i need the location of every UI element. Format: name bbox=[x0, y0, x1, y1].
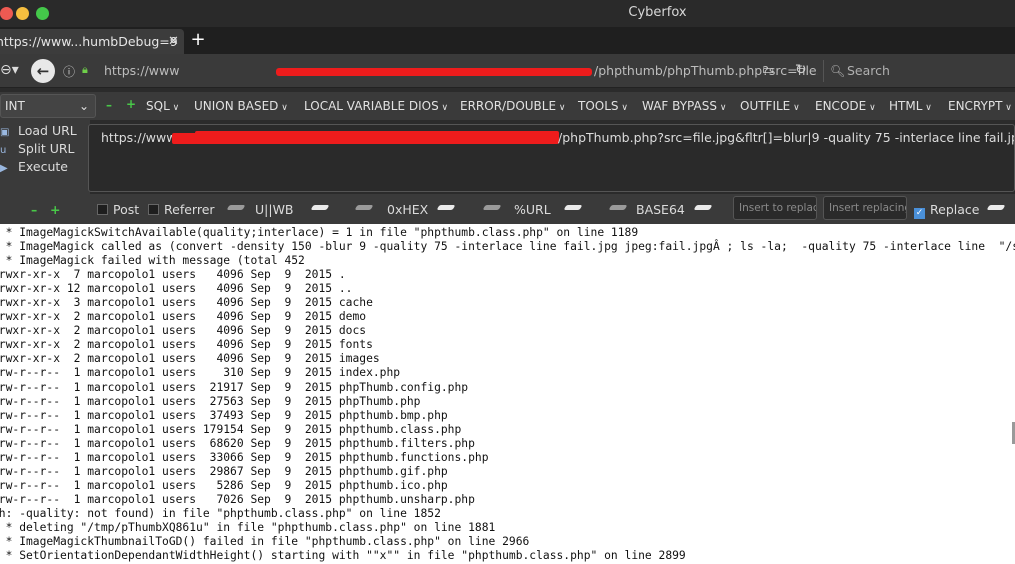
output-line: -rw-r--r-- 1 marcopolo1 users 5286 Sep 9… bbox=[0, 478, 448, 492]
output-line: * SetOrientationDependantWidthHeight() s… bbox=[0, 549, 686, 563]
menu-sql[interactable]: SQL bbox=[146, 99, 179, 113]
search-icon: 🔍︎ bbox=[830, 64, 846, 78]
tab-title: https://www...humbDebug=9 bbox=[0, 34, 178, 49]
output-line: -rw-r--r-- 1 marcopolo1 users 68620 Sep … bbox=[0, 436, 475, 450]
insert-to-replace-input[interactable]: Insert to replace bbox=[733, 196, 817, 220]
base64-encode-arrow-icon[interactable] bbox=[693, 205, 713, 210]
menu-error-double[interactable]: ERROR/DOUBLE bbox=[460, 99, 566, 113]
referrer-checkbox[interactable] bbox=[148, 204, 159, 215]
window-title: Cyberfox bbox=[628, 5, 687, 20]
output-line: drwxr-xr-x 2 marcopolo1 users 4096 Sep 9… bbox=[0, 324, 367, 338]
output-line: * deleting "/tmp/pThumbXQ861u" in file "… bbox=[0, 520, 496, 534]
menu-local-variable-dios[interactable]: LOCAL VARIABLE DIOS bbox=[304, 99, 448, 113]
output-line: drwxr-xr-x 2 marcopolo1 users 4096 Sep 9… bbox=[0, 352, 380, 366]
url-redaction bbox=[276, 68, 592, 76]
output-line: -rw-r--r-- 1 marcopolo1 users 33066 Sep … bbox=[0, 450, 489, 464]
hex-encode-arrow-icon[interactable] bbox=[436, 205, 456, 210]
info-icon[interactable]: ⓘ bbox=[63, 63, 75, 80]
hackbar-type-select[interactable]: INT ⌄ bbox=[0, 94, 96, 118]
toolbar-decrease-button[interactable]: – bbox=[31, 202, 37, 217]
split-url-button[interactable]: u Split URL bbox=[0, 141, 75, 156]
insert-replacing-input[interactable]: Insert replacing bbox=[823, 196, 907, 220]
hackbar-menubar: INT ⌄ – + SQL UNION BASED LOCAL VARIABLE… bbox=[0, 92, 1015, 120]
back-arrow-icon[interactable]: ← bbox=[31, 59, 55, 83]
url-label: %URL bbox=[514, 202, 551, 217]
output-line: drwxr-xr-x 12 marcopolo1 users 4096 Sep … bbox=[0, 282, 353, 296]
output-line: -rw-r--r-- 1 marcopolo1 users 21917 Sep … bbox=[0, 380, 469, 394]
output-line: -rw-r--r-- 1 marcopolo1 users 37493 Sep … bbox=[0, 408, 448, 422]
new-tab-button[interactable]: + bbox=[189, 31, 207, 49]
replace-checkbox[interactable]: ✓ bbox=[914, 208, 925, 219]
lock-icon[interactable]: 🔒︎ bbox=[82, 63, 88, 77]
increase-button[interactable]: + bbox=[126, 97, 136, 111]
hackbar-toolbar: – + Post Referrer U||WB 0xHEX %URL BASE6… bbox=[0, 194, 1015, 224]
output-line: -rw-r--r-- 1 marcopolo1 users 27563 Sep … bbox=[0, 394, 421, 408]
search-input[interactable]: 🔍︎ Search bbox=[823, 60, 1015, 82]
replace-toggle[interactable]: ✓ Replace bbox=[914, 202, 979, 219]
output-line: -rw-r--r-- 1 marcopolo1 users 7026 Sep 9… bbox=[0, 492, 475, 506]
output-line: * ImageMagick failed with message (total… bbox=[0, 254, 305, 268]
output-line: * ImageMagickSwitchAvailable(quality;int… bbox=[0, 226, 639, 239]
base64-label: BASE64 bbox=[636, 202, 685, 217]
output-line: sh: -quality: not found) in file "phpthu… bbox=[0, 506, 441, 520]
post-checkbox[interactable] bbox=[97, 204, 108, 215]
load-url-button[interactable]: ▣ Load URL bbox=[0, 123, 77, 138]
output-line: drwxr-xr-x 2 marcopolo1 users 4096 Sep 9… bbox=[0, 338, 373, 352]
hackbar-side-actions: ▣ Load URL u Split URL ▶ Execute bbox=[0, 120, 90, 194]
history-menu-icon[interactable]: ⊖▾ bbox=[0, 62, 19, 78]
menu-encrypt[interactable]: ENCRYPT bbox=[948, 99, 1012, 113]
uwb-label: U||WB bbox=[255, 202, 294, 217]
menu-waf-bypass[interactable]: WAF BYPASS bbox=[642, 99, 726, 113]
uwb-decode-arrow-icon[interactable] bbox=[226, 205, 246, 210]
output-line: drwxr-xr-x 7 marcopolo1 users 4096 Sep 9… bbox=[0, 268, 346, 282]
hackbar-type-value: INT bbox=[5, 99, 25, 113]
output-line: -rw-r--r-- 1 marcopolo1 users 310 Sep 9 … bbox=[0, 366, 401, 380]
decrease-button[interactable]: – bbox=[106, 98, 112, 112]
nav-bar: ⊖▾ ← ⓘ 🔒︎ https://www /phpthumb/phpThumb… bbox=[0, 54, 1015, 88]
debug-output-text: * ImageMagickSwitchAvailable(quality;int… bbox=[0, 226, 1015, 563]
menu-union-based[interactable]: UNION BASED bbox=[194, 99, 288, 113]
url-decode-arrow-icon[interactable] bbox=[482, 205, 502, 210]
hex-decode-arrow-icon[interactable] bbox=[354, 205, 374, 210]
url-bar[interactable]: https://www /phpthumb/phpThumb.php?src=f… bbox=[98, 60, 818, 82]
output-line: -rw-r--r-- 1 marcopolo1 users 179154 Sep… bbox=[0, 422, 462, 436]
url-suffix: /phpthumb/phpThumb.php?src=file.jpg&flt bbox=[594, 63, 818, 78]
replace-arrow-icon[interactable] bbox=[986, 205, 1006, 210]
hackbar-url-redaction bbox=[195, 131, 559, 144]
hackbar-url-suffix: /phpThumb.php?src=file.jpg&fltr[]=blur|9… bbox=[558, 130, 1014, 145]
url-prefix: https://www bbox=[104, 63, 180, 78]
base64-decode-arrow-icon[interactable] bbox=[608, 205, 628, 210]
output-line: drwxr-xr-x 3 marcopolo1 users 4096 Sep 9… bbox=[0, 296, 373, 310]
execute-button[interactable]: ▶ Execute bbox=[0, 159, 68, 174]
reload-icon[interactable]: ↻ bbox=[795, 62, 807, 78]
menu-tools[interactable]: TOOLS bbox=[578, 99, 628, 113]
referrer-toggle[interactable]: Referrer bbox=[148, 202, 215, 217]
menu-encode[interactable]: ENCODE bbox=[815, 99, 876, 113]
uwb-encode-arrow-icon[interactable] bbox=[310, 205, 330, 210]
execute-icon: ▶ bbox=[0, 163, 8, 174]
hex-label: 0xHEX bbox=[387, 202, 429, 217]
output-line: * ImageMagickThumbnailToGD() failed in f… bbox=[0, 535, 530, 549]
page-output: * ImageMagickSwitchAvailable(quality;int… bbox=[0, 224, 1015, 564]
tab-close-icon[interactable]: ✕ bbox=[168, 29, 179, 54]
hackbar-url-prefix: https://www bbox=[101, 130, 177, 145]
post-toggle[interactable]: Post bbox=[97, 202, 139, 217]
reader-icon[interactable]: ▭ bbox=[762, 63, 774, 78]
chevron-down-icon: ⌄ bbox=[78, 99, 89, 113]
menu-html[interactable]: HTML bbox=[889, 99, 932, 113]
hackbar-url-textarea[interactable]: https://www /phpThumb.php?src=file.jpg&f… bbox=[88, 124, 1015, 192]
output-line: drwxr-xr-x 2 marcopolo1 users 4096 Sep 9… bbox=[0, 310, 367, 324]
menu-outfile[interactable]: OUTFILE bbox=[740, 99, 800, 113]
output-line: -rw-r--r-- 1 marcopolo1 users 29867 Sep … bbox=[0, 464, 448, 478]
split-url-icon: u bbox=[0, 145, 7, 156]
search-placeholder: Search bbox=[847, 63, 890, 78]
load-url-icon: ▣ bbox=[0, 127, 10, 138]
tab-bar: https://www...humbDebug=9 ✕ + bbox=[0, 27, 1015, 54]
output-line: * ImageMagick called as (convert -densit… bbox=[0, 240, 1015, 254]
title-bar: Cyberfox bbox=[0, 0, 1015, 27]
url-encode-arrow-icon[interactable] bbox=[563, 205, 583, 210]
tab-active[interactable]: https://www...humbDebug=9 ✕ bbox=[0, 29, 184, 54]
toolbar-increase-button[interactable]: + bbox=[50, 202, 60, 217]
